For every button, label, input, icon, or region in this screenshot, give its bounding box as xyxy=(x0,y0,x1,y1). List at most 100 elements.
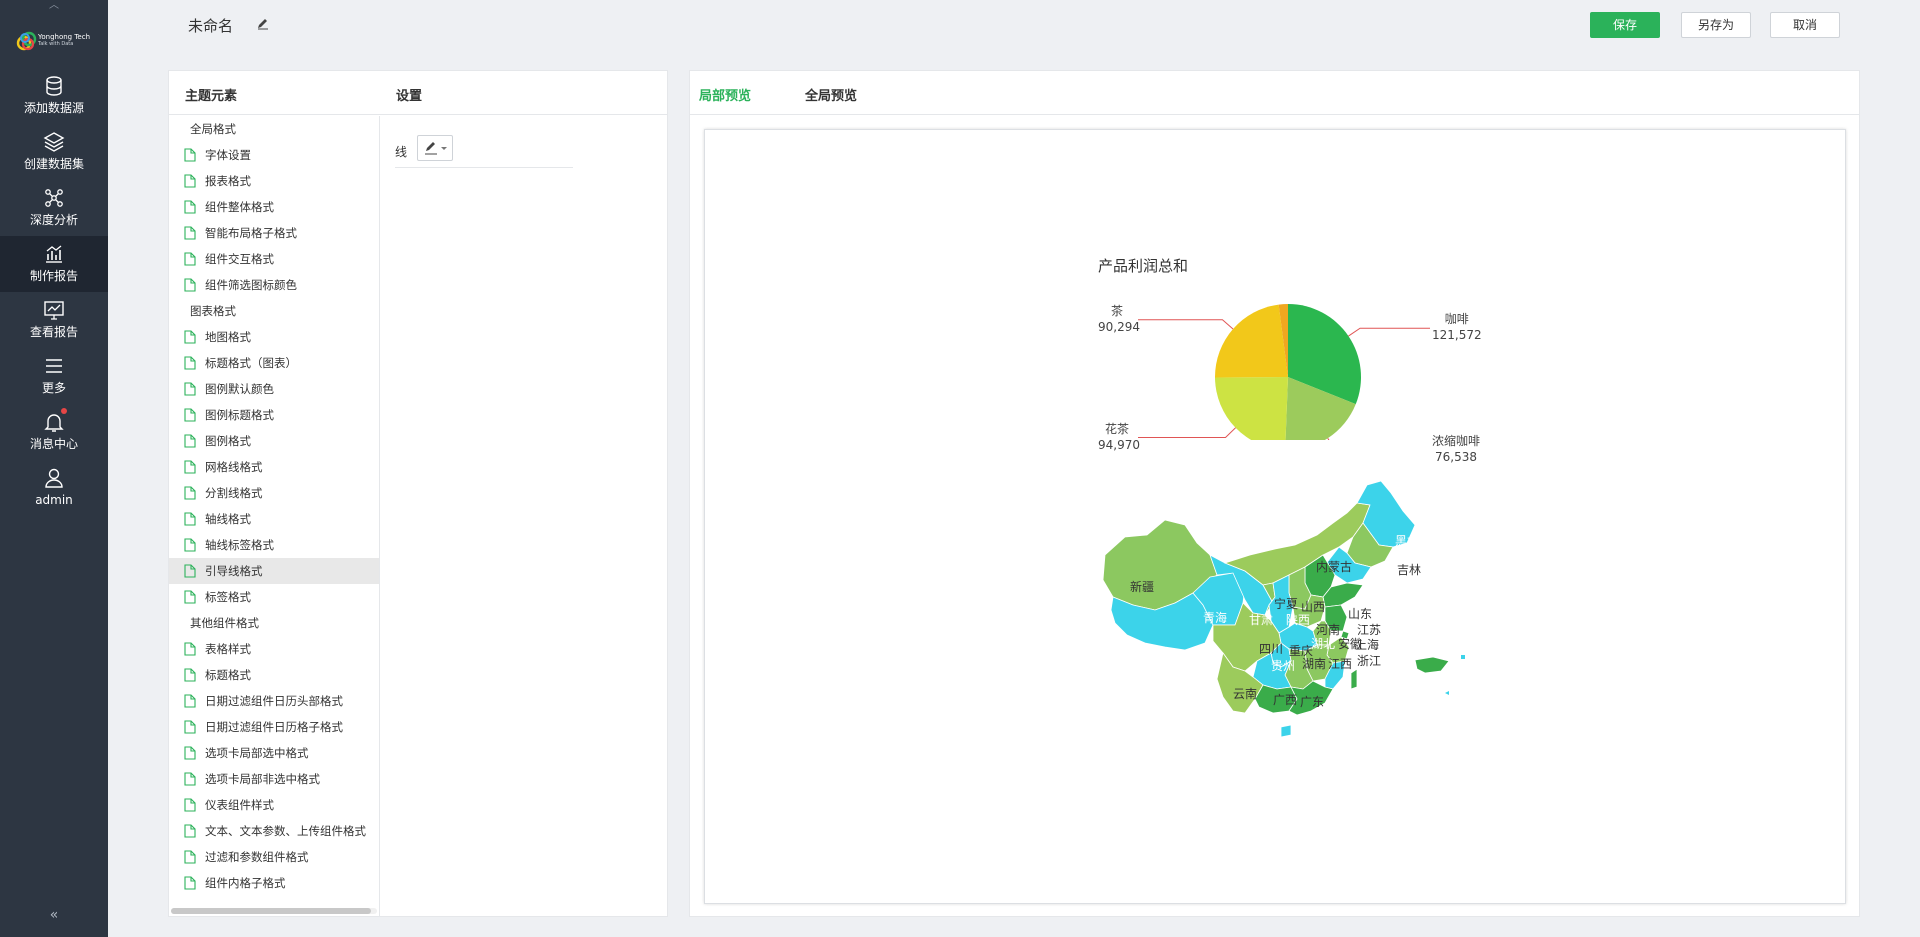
line-style-picker[interactable] xyxy=(417,135,453,161)
save-button[interactable]: 保存 xyxy=(1590,12,1660,38)
map-label-guizhou: 贵州 xyxy=(1271,659,1296,673)
tree-group: 其他组件格式 xyxy=(169,610,379,636)
scroll-up-icon[interactable]: ︿ xyxy=(0,0,108,14)
document-icon xyxy=(184,850,196,864)
pie-data-label: 浓缩咖啡 76,538 xyxy=(1432,433,1480,465)
nav-view-report[interactable]: 查看报告 xyxy=(0,292,108,348)
pie-data-label: 咖啡 121,572 xyxy=(1432,311,1482,343)
nav-label: 消息中心 xyxy=(29,437,78,451)
nav-label: 创建数据集 xyxy=(23,157,84,171)
tree-item[interactable]: 文本、文本参数、上传组件格式 xyxy=(169,818,379,844)
tree-item-label: 图例格式 xyxy=(205,434,251,448)
tree-item[interactable]: 智能布局格子格式 xyxy=(169,220,379,246)
nav-add-datasource[interactable]: 添加数据源 xyxy=(0,68,108,124)
map-label-sichuan: 四川 xyxy=(1259,642,1284,656)
tree-item[interactable]: 标题格式 xyxy=(169,662,379,688)
tree-item-label: 仪表组件样式 xyxy=(205,798,274,812)
tree-item-label: 图例默认颜色 xyxy=(205,382,274,396)
tree-item[interactable]: 标题格式（图表） xyxy=(169,350,379,376)
tree-item-label: 过滤和参数组件格式 xyxy=(205,850,309,864)
nav-label: 更多 xyxy=(41,381,66,395)
map-label-hunan: 湖南 xyxy=(1302,657,1327,671)
sidebar: ︿ Yonghong Tech Talk with Data 添加数据源 创建数… xyxy=(0,0,108,937)
tree-item[interactable]: 日期过滤组件日历头部格式 xyxy=(169,688,379,714)
tree-item[interactable]: 组件整体格式 xyxy=(169,194,379,220)
tree-item[interactable]: 图例格式 xyxy=(169,428,379,454)
tree-item[interactable]: 地图格式 xyxy=(169,324,379,350)
pie-slice[interactable] xyxy=(1215,304,1288,378)
nav-create-dataset[interactable]: 创建数据集 xyxy=(0,124,108,180)
tree-item[interactable]: 标签格式 xyxy=(169,584,379,610)
document-icon xyxy=(184,382,196,396)
save-as-button[interactable]: 另存为 xyxy=(1681,12,1751,38)
tree-horizontal-scrollbar[interactable] xyxy=(171,908,377,914)
nav-user[interactable]: admin xyxy=(0,460,108,516)
map-label-jiangxi: 江西 xyxy=(1328,657,1353,671)
pie-leader-line xyxy=(1138,319,1234,330)
tree-item-label: 组件内格子格式 xyxy=(205,876,286,890)
pie-label-value: 90,294 xyxy=(1098,319,1140,334)
document-icon xyxy=(184,512,196,526)
layers-icon xyxy=(43,132,65,152)
tree-item[interactable]: 报表格式 xyxy=(169,168,379,194)
user-icon xyxy=(45,468,63,488)
double-chevron-left-icon[interactable]: « xyxy=(0,907,108,923)
tree-item[interactable]: 过滤和参数组件格式 xyxy=(169,844,379,870)
tree-item[interactable]: 网格线格式 xyxy=(169,454,379,480)
pie-label-value: 121,572 xyxy=(1432,328,1482,343)
document-icon xyxy=(184,876,196,890)
pie-leader-line xyxy=(1348,327,1430,337)
nav-label: 深度分析 xyxy=(29,213,78,227)
logo: Yonghong Tech Talk with Data xyxy=(16,22,96,62)
document-icon xyxy=(184,252,196,266)
tree-item[interactable]: 选项卡局部非选中格式 xyxy=(169,766,379,792)
map-label-gansu: 甘肃 xyxy=(1249,613,1274,627)
tree-item-label: 组件交互格式 xyxy=(205,252,274,266)
map-region-taiwan[interactable] xyxy=(1350,668,1358,690)
edit-title-icon[interactable] xyxy=(256,16,270,30)
tree-item[interactable]: 表格样式 xyxy=(169,636,379,662)
theme-panel-header: 主题元素 设置 xyxy=(169,71,667,115)
document-icon xyxy=(184,330,196,344)
tree-item[interactable]: 日期过滤组件日历格子格式 xyxy=(169,714,379,740)
pie-label-name: 花茶 xyxy=(1104,421,1129,436)
map-label-yunnan: 云南 xyxy=(1233,687,1258,701)
nav-make-report[interactable]: 制作报告 xyxy=(0,236,108,292)
document-icon xyxy=(184,434,196,448)
settings-divider xyxy=(395,167,573,168)
tree-item[interactable]: 图例标题格式 xyxy=(169,402,379,428)
tree-item[interactable]: 字体设置 xyxy=(169,142,379,168)
tree-item-label: 智能布局格子格式 xyxy=(205,226,297,240)
nav-message-center[interactable]: 消息中心 xyxy=(0,404,108,460)
tree-item-label: 组件筛选图标颜色 xyxy=(205,278,297,292)
menu-icon xyxy=(46,359,62,373)
tree-item[interactable]: 组件内格子格式 xyxy=(169,870,379,896)
map-region-hainan[interactable] xyxy=(1280,724,1292,738)
tree-item[interactable]: 组件筛选图标颜色 xyxy=(169,272,379,298)
map-label-xizang: 西藏 xyxy=(1117,649,1142,663)
tree-item-label: 分割线格式 xyxy=(205,486,263,500)
tree-item[interactable]: 轴线标签格式 xyxy=(169,532,379,558)
pie-slice[interactable] xyxy=(1215,377,1288,440)
tree-item[interactable]: 图例默认颜色 xyxy=(169,376,379,402)
map-label-neimenggu: 内蒙古 xyxy=(1316,560,1353,574)
scrollbar-thumb[interactable] xyxy=(171,908,371,914)
nav-deep-analysis[interactable]: 深度分析 xyxy=(0,180,108,236)
tree-item[interactable]: 轴线格式 xyxy=(169,506,379,532)
tab-local-preview[interactable]: 局部预览 xyxy=(699,85,751,104)
tree-item[interactable]: 组件交互格式 xyxy=(169,246,379,272)
tree-item[interactable]: 分割线格式 xyxy=(169,480,379,506)
pie-chart[interactable] xyxy=(1085,290,1485,440)
tree-item[interactable]: 仪表组件样式 xyxy=(169,792,379,818)
tab-global-preview[interactable]: 全局预览 xyxy=(805,85,857,104)
document-icon xyxy=(184,174,196,188)
map-region-east-fragment[interactable] xyxy=(1414,656,1450,674)
tab-settings[interactable]: 设置 xyxy=(396,85,422,104)
nav-more[interactable]: 更多 xyxy=(0,348,108,404)
tree-item[interactable]: 引导线格式 xyxy=(169,558,379,584)
tree-item[interactable]: 选项卡局部选中格式 xyxy=(169,740,379,766)
cancel-button[interactable]: 取消 xyxy=(1770,12,1840,38)
view-report-icon xyxy=(44,301,64,320)
document-icon xyxy=(184,460,196,474)
tab-theme-elements[interactable]: 主题元素 xyxy=(185,85,237,104)
